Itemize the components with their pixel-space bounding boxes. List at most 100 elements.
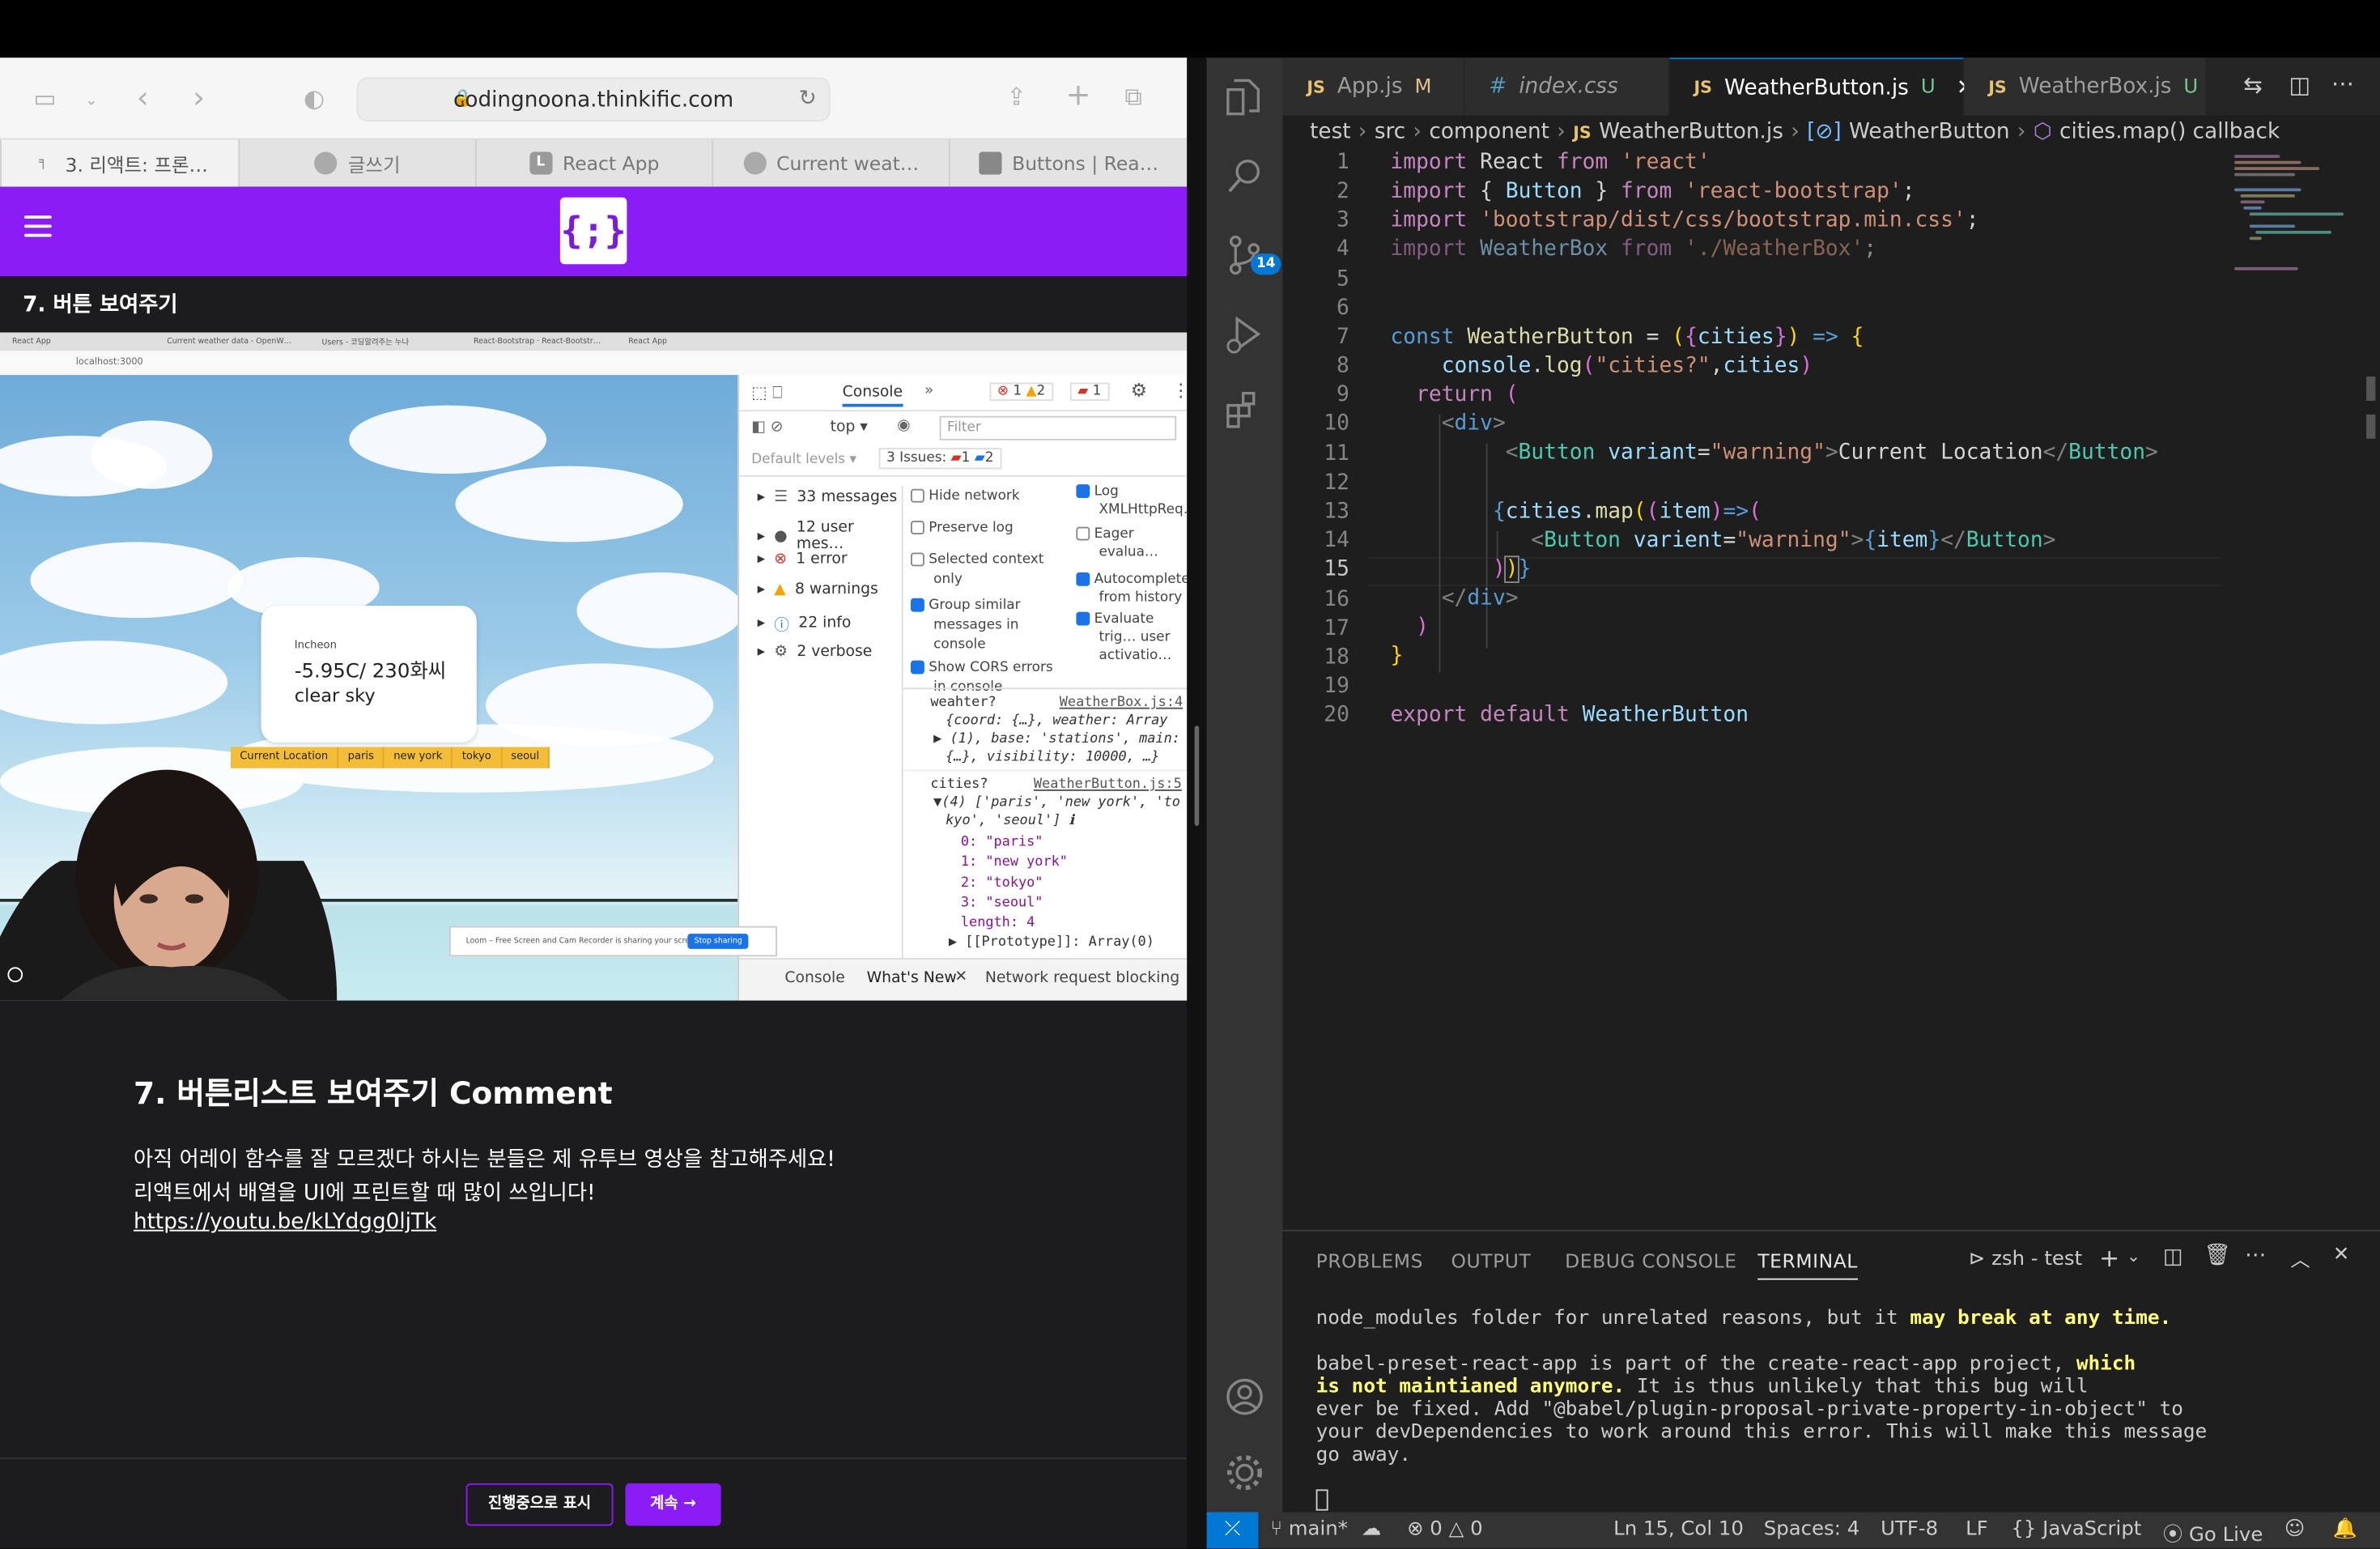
reload-icon[interactable]: ↻ [799, 87, 817, 111]
chevron-down-icon[interactable]: ⌄ [85, 87, 98, 117]
messages-filter: ▸ ☰ 33 messages [757, 488, 898, 506]
more-actions-icon[interactable]: ⋯ [2245, 1244, 2266, 1268]
split-handle[interactable] [1194, 726, 1200, 826]
bell-icon[interactable]: 🔔 [2333, 1518, 2357, 1541]
go-live-button[interactable]: ⦿ Go Live [2163, 1518, 2263, 1547]
tab-overview-icon[interactable]: ⧉ [1124, 82, 1141, 113]
user-messages-filter: ▸ ● 12 user mes… [757, 519, 854, 553]
branch-indicator[interactable]: ⑂ main* [1270, 1518, 1348, 1541]
terminal-selector[interactable]: ⊳ zsh - test [1969, 1248, 2082, 1270]
minimap[interactable] [2229, 149, 2353, 301]
js-file-icon: JS [1573, 121, 1592, 143]
terminal-output[interactable]: node_modules folder for unrelated reason… [1316, 1307, 2364, 1466]
editor-tab-index-css[interactable]: # index.css [1464, 57, 1670, 116]
weather-button-city[interactable]: paris [338, 747, 385, 768]
editor-scrollbar[interactable] [2357, 149, 2380, 1197]
youtube-link[interactable]: https://youtu.be/kLYdgg0ljTk [134, 1210, 436, 1234]
tab-favicon [978, 151, 1002, 175]
continue-button[interactable]: 계속 → [625, 1483, 721, 1526]
indentation[interactable]: Spaces: 4 [1764, 1518, 1859, 1541]
encoding[interactable]: UTF-8 [1881, 1518, 1938, 1541]
site-logo[interactable]: {;} [559, 197, 627, 265]
source-control-icon[interactable]: 14 [1221, 231, 1281, 279]
compare-changes-icon[interactable]: ⇆ [2243, 71, 2263, 99]
explorer-icon[interactable] [1221, 73, 1269, 121]
breadcrumb-item[interactable]: test [1310, 120, 1350, 144]
panel-tab-terminal[interactable]: TERMINAL [1757, 1249, 1858, 1280]
console-array-prototype: ▶ [[Prototype]]: Array(0) [948, 935, 1154, 951]
trash-icon[interactable]: 🗑 [2204, 1244, 2231, 1268]
weather-temperature: -5.95C/ 230화씨 [294, 660, 447, 683]
new-tab-icon[interactable]: + [1065, 79, 1090, 110]
share-icon[interactable]: ⇪ [1006, 82, 1026, 113]
breadcrumb-item[interactable]: WeatherButton.js [1599, 120, 1783, 144]
js-file-icon: JS [1307, 76, 1325, 97]
error-warning-counter: ⊗ 1 ▲2 [989, 382, 1053, 401]
settings-gear-icon[interactable] [1221, 1449, 1269, 1497]
sidebar-toggle-icon[interactable]: ▭ [33, 83, 56, 114]
feedback-icon[interactable]: ☺ [2284, 1518, 2305, 1541]
breadcrumb-item[interactable]: cities.map() callback [2059, 120, 2280, 144]
browser-tab-buttons[interactable]: Buttons | Rea… [948, 139, 1187, 187]
code-area[interactable]: import React from 'react' import { Butto… [1391, 149, 2241, 1197]
editor-tab-weatherbox-js[interactable]: JS WeatherBox.js U [1964, 57, 2208, 116]
language-mode[interactable]: {} JavaScript [2011, 1518, 2141, 1541]
checkbox-checked [911, 598, 924, 612]
sync-icon[interactable]: ☁ [1362, 1518, 1381, 1541]
search-icon[interactable] [1221, 152, 1269, 201]
gear-icon: ⚙ [1130, 379, 1148, 401]
breadcrumb-item[interactable]: component [1429, 120, 1549, 144]
devtools-panel: ⬚ ⎕ Console » ⊗ 1 ▲2 ▰ 1 ⚙ ⋮ ◧ ⊘ top ▾ ◉… [737, 375, 1188, 1001]
browser-tab-lesson[interactable]: ╕ 3. 리액트: 프론… [0, 139, 239, 187]
account-icon[interactable] [1221, 1372, 1269, 1421]
back-icon[interactable]: ‹ [137, 82, 149, 113]
warning-count: 2 [1036, 384, 1046, 400]
new-terminal-icon[interactable]: + [2099, 1244, 2119, 1273]
editor-tab-weatherbutton-js[interactable]: JS WeatherButton.js U ✕ [1669, 57, 1974, 116]
browser-tab-react-app[interactable]: L React App [474, 139, 712, 187]
video-address-bar: localhost:3000 [0, 351, 1188, 376]
split-editor-icon[interactable]: ◫ [2289, 71, 2311, 99]
panel-tab-output[interactable]: OUTPUT [1451, 1249, 1532, 1272]
tab-label: Current weat… [776, 151, 920, 175]
split-divider[interactable] [1187, 57, 1207, 1549]
editor-tab-app-js[interactable]: JS App.js M [1282, 57, 1465, 116]
remote-icon[interactable]: ⤫ [1206, 1512, 1259, 1549]
console-log-label: weahter? [930, 695, 997, 711]
errors-filter: ▸ ⊗ 1 error [757, 551, 848, 568]
breadcrumb-item[interactable]: src [1375, 120, 1405, 144]
weather-button-city[interactable]: new york [385, 747, 453, 768]
extensions-icon[interactable] [1221, 385, 1269, 434]
line-ending[interactable]: LF [1966, 1518, 1988, 1541]
panel-tab-debug-console[interactable]: DEBUG CONSOLE [1565, 1249, 1737, 1272]
weather-button-city[interactable]: seoul [502, 747, 550, 768]
line-number: 11 [1324, 441, 1349, 466]
cursor-position[interactable]: Ln 15, Col 10 [1613, 1518, 1744, 1541]
method-icon: ⬡ [2033, 120, 2052, 145]
terminal-cursor [1315, 1489, 1328, 1511]
run-debug-icon[interactable] [1221, 310, 1269, 359]
menu-icon[interactable] [24, 215, 52, 237]
forward-icon[interactable]: › [193, 82, 205, 113]
browser-tab-write[interactable]: 글쓰기 [238, 139, 475, 187]
weather-button-city[interactable]: tokyo [453, 747, 502, 768]
close-panel-icon[interactable]: ✕ [2333, 1244, 2349, 1266]
more-actions-icon[interactable]: ⋯ [2331, 70, 2354, 97]
status-bar: ⤫ ⑂ main* ☁ ⊗ 0 △ 0 Ln 15, Col 10 Spaces… [1206, 1512, 2380, 1549]
line-number: 4 [1337, 236, 1349, 262]
breadcrumb-item[interactable]: WeatherButton [1849, 120, 2009, 144]
address-bar[interactable]: 🔒 codingnoona.thinkific.com ↻ [356, 77, 831, 121]
shield-icon[interactable]: ◐ [304, 83, 325, 114]
chevron-down-icon[interactable]: ⌄ [2127, 1246, 2140, 1266]
code-line: export default WeatherButton [1390, 703, 1749, 728]
activity-bar: 14 [1206, 57, 1283, 1513]
panel-tab-problems[interactable]: PROBLEMS [1316, 1249, 1423, 1272]
split-terminal-icon[interactable]: ◫ [2163, 1245, 2183, 1270]
browser-tab-weather[interactable]: Current weat… [712, 139, 949, 187]
mark-in-progress-button[interactable]: 진행중으로 표시 [465, 1483, 614, 1526]
lesson-video[interactable]: React App Current weather data - OpenW… … [0, 332, 1188, 1001]
problems-indicator[interactable]: ⊗ 0 △ 0 [1407, 1518, 1482, 1541]
maximize-panel-icon[interactable]: ︿ [2290, 1244, 2310, 1272]
site-header: {;} [0, 186, 1188, 277]
code-line-current: ))} [1492, 555, 1532, 583]
